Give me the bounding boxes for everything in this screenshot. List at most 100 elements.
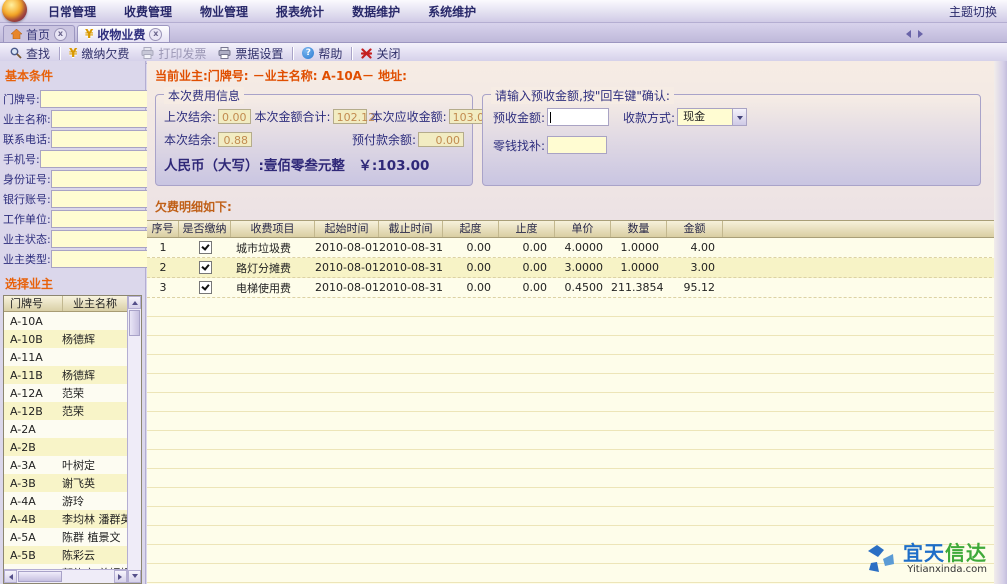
payment-method-select[interactable]: 现金 xyxy=(677,108,747,126)
hscroll-thumb[interactable] xyxy=(18,571,62,582)
owner-row[interactable]: A-5B 陈彩云 xyxy=(4,546,127,564)
col-end[interactable]: 截止时间 xyxy=(379,221,443,237)
owner-row[interactable]: A-10A xyxy=(4,312,127,330)
owner-door-cell: A-11B xyxy=(4,369,62,382)
owner-row[interactable]: A-3A 叶树定 xyxy=(4,456,127,474)
owner-row[interactable]: A-4A 游玲 xyxy=(4,492,127,510)
basic-conditions-title: 基本条件 xyxy=(5,67,142,84)
menu-item-fee-management[interactable]: 收费管理 xyxy=(110,3,186,20)
owner-row[interactable]: A-4B 李均林 潘群英 xyxy=(4,510,127,528)
owner-grid-header-name[interactable]: 业主名称 xyxy=(63,296,127,311)
vscroll-thumb[interactable] xyxy=(129,310,140,336)
table-row[interactable]: 3 电梯使用费 2010-08-01 2010-08-31 0.00 0.00 … xyxy=(147,278,1007,298)
col-from[interactable]: 起度 xyxy=(443,221,499,237)
menu-item-property-management[interactable]: 物业管理 xyxy=(186,3,262,20)
menu-item-daily-management[interactable]: 日常管理 xyxy=(34,3,110,20)
owner-name-cell: 游玲 xyxy=(62,493,127,509)
field-label: 联系电话: xyxy=(3,131,51,147)
app-logo-orb[interactable] xyxy=(2,0,27,22)
owner-grid-header-door[interactable]: 门牌号 xyxy=(4,296,63,311)
col-item[interactable]: 收费项目 xyxy=(231,221,315,237)
owner-grid-hscrollbar[interactable] xyxy=(4,569,127,583)
tab-home[interactable]: 首页 xyxy=(3,25,75,42)
seq-cell: 1 xyxy=(147,241,179,254)
menu-item-report-statistics[interactable]: 报表统计 xyxy=(262,3,338,20)
prepay-amount-input[interactable] xyxy=(547,108,609,126)
paid-checkbox[interactable] xyxy=(199,241,212,254)
change-input[interactable] xyxy=(547,136,607,154)
scroll-down-icon[interactable] xyxy=(128,570,141,583)
col-price[interactable]: 单价 xyxy=(555,221,611,237)
owner-row[interactable]: A-2B xyxy=(4,438,127,456)
owner-door-cell: A-11A xyxy=(4,351,62,364)
paid-checkbox[interactable] xyxy=(199,261,212,274)
tab-scroll-left-icon[interactable] xyxy=(902,30,911,38)
item-cell: 电梯使用费 xyxy=(231,280,315,296)
scroll-right-icon[interactable] xyxy=(114,570,127,583)
owner-door-cell: A-10B xyxy=(4,333,62,346)
paid-checkbox[interactable] xyxy=(199,281,212,294)
menu-item-system-maintenance[interactable]: 系统维护 xyxy=(414,3,490,20)
owner-row[interactable]: A-12B 范荣 xyxy=(4,402,127,420)
col-seq[interactable]: 序号 xyxy=(147,221,179,237)
help-button[interactable]: ? 帮助 xyxy=(296,44,348,63)
receipt-settings-button[interactable]: 票据设置 xyxy=(212,44,289,63)
start-date-cell: 2010-08-01 xyxy=(315,261,379,274)
tab-home-close-icon[interactable] xyxy=(54,28,67,41)
vendor-logo-text: 宜天信达 Yitianxinda.com xyxy=(903,543,987,575)
left-panel: 基本条件 门牌号: 业主名称: xyxy=(0,61,146,584)
arrears-table-body: 1 城市垃圾费 2010-08-01 2010-08-31 0.00 0.00 … xyxy=(147,238,1007,298)
owner-row[interactable]: A-10B 杨德辉 xyxy=(4,330,127,348)
app-window: 日常管理 收费管理 物业管理 报表统计 数据维护 系统维护 主题切换 首页 ¥ … xyxy=(0,0,1007,584)
col-amount[interactable]: 金额 xyxy=(667,221,723,237)
scroll-left-icon[interactable] xyxy=(4,570,17,583)
prepay-groupbox: 请输入预收金额,按"回车键"确认: 预收金额: 收款方式: 现金 零钱找补: xyxy=(482,94,981,186)
toolbar-separator xyxy=(351,47,352,60)
tab-scroll-right-icon[interactable] xyxy=(918,30,927,38)
owner-grid-header: 门牌号 业主名称 xyxy=(4,296,127,312)
toolbar-separator xyxy=(59,47,60,60)
home-icon xyxy=(11,29,22,39)
theme-switch-link[interactable]: 主题切换 xyxy=(949,3,1007,20)
current-balance-label: 本次结余: xyxy=(164,131,216,148)
owner-grid-vscrollbar[interactable] xyxy=(127,296,141,583)
col-qty[interactable]: 数量 xyxy=(611,221,667,237)
tab-collect-property-fee[interactable]: ¥ 收物业费 xyxy=(77,25,170,42)
field-row: 联系电话: xyxy=(3,129,142,149)
owner-row[interactable]: A-11A xyxy=(4,348,127,366)
pay-arrears-button-label: 缴纳欠费 xyxy=(81,45,129,62)
owner-row[interactable]: A-2A xyxy=(4,420,127,438)
tab-collect-close-icon[interactable] xyxy=(149,28,162,41)
search-icon xyxy=(10,47,22,59)
amount-cell: 4.00 xyxy=(667,241,723,254)
table-row[interactable]: 1 城市垃圾费 2010-08-01 2010-08-31 0.00 0.00 … xyxy=(147,238,1007,258)
close-button[interactable]: 关闭 xyxy=(355,44,406,63)
owner-row[interactable]: A-12A 范荣 xyxy=(4,384,127,402)
amount-cell: 95.12 xyxy=(667,281,723,294)
arrears-table: 序号 是否缴纳 收费项目 起始时间 截止时间 起度 止度 单价 数量 金额 1 … xyxy=(147,220,1007,584)
owner-row[interactable]: A-11B 杨德辉 xyxy=(4,366,127,384)
owner-door-cell: A-4A xyxy=(4,495,62,508)
owner-door-cell: A-4B xyxy=(4,513,62,526)
amount-cell: 3.00 xyxy=(667,261,723,274)
col-start[interactable]: 起始时间 xyxy=(315,221,379,237)
owner-name-cell: 范荣 xyxy=(62,403,127,419)
fee-info-groupbox: 本次费用信息 上次结余: 0.00 本次金额合计: 102.12 本次应收金额:… xyxy=(155,94,473,186)
to-degree-cell: 0.00 xyxy=(499,281,555,294)
find-button[interactable]: 查找 xyxy=(4,44,56,63)
col-to[interactable]: 止度 xyxy=(499,221,555,237)
table-row[interactable]: 2 路灯分摊费 2010-08-01 2010-08-31 0.00 0.00 … xyxy=(147,258,1007,278)
chevron-down-icon[interactable] xyxy=(732,109,746,125)
arrears-table-header: 序号 是否缴纳 收费项目 起始时间 截止时间 起度 止度 单价 数量 金额 xyxy=(147,220,1007,238)
menu-item-data-maintenance[interactable]: 数据维护 xyxy=(338,3,414,20)
from-degree-cell: 0.00 xyxy=(443,261,499,274)
pay-arrears-button[interactable]: ¥ 缴纳欠费 xyxy=(63,44,135,63)
prepay-title: 请输入预收金额,按"回车键"确认: xyxy=(491,87,674,104)
print-invoice-button[interactable]: 打印发票 xyxy=(135,44,212,63)
vendor-domain: Yitianxinda.com xyxy=(907,565,987,575)
owner-row[interactable]: A-5A 陈群 植景文 xyxy=(4,528,127,546)
owner-row[interactable]: A-3B 谢飞英 xyxy=(4,474,127,492)
from-degree-cell: 0.00 xyxy=(443,281,499,294)
col-paid[interactable]: 是否缴纳 xyxy=(179,221,231,237)
scroll-up-icon[interactable] xyxy=(128,296,141,309)
